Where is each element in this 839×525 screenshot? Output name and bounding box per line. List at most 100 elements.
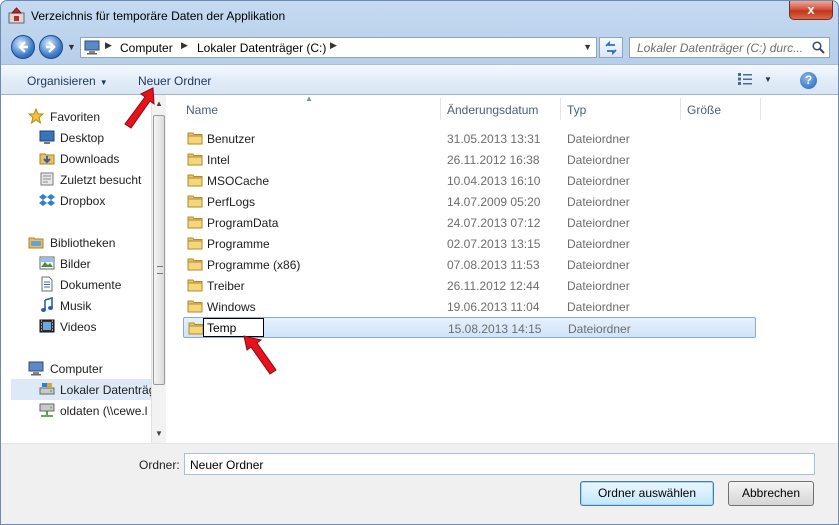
arrow-right-icon bbox=[46, 41, 56, 53]
table-row[interactable]: Programme 02.07.2013 13:15 Dateiordner bbox=[183, 233, 756, 254]
column-divider[interactable] bbox=[760, 98, 761, 120]
refresh-button[interactable] bbox=[599, 37, 623, 58]
file-type: Dateiordner bbox=[567, 153, 630, 167]
nav-computer[interactable]: Computer bbox=[11, 358, 151, 379]
navigation-pane: Favoriten Desktop Downloads Zuletzt besu… bbox=[11, 95, 166, 443]
videos-icon bbox=[39, 319, 55, 333]
address-bar[interactable]: ▶ Computer ▶ Lokaler Datenträger (C:) ▶ … bbox=[80, 37, 597, 58]
nav-documents-label: Dokumente bbox=[60, 278, 122, 292]
nav-item-recent[interactable]: Zuletzt besucht bbox=[11, 169, 151, 190]
chevron-down-icon[interactable]: ▼ bbox=[583, 42, 592, 52]
scroll-thumb[interactable] bbox=[153, 115, 165, 385]
nav-scrollbar[interactable]: ▲ ▼ bbox=[151, 95, 166, 443]
nav-downloads-label: Downloads bbox=[60, 152, 120, 166]
nav-recent-label: Zuletzt besucht bbox=[60, 173, 142, 187]
column-divider[interactable] bbox=[440, 98, 441, 120]
folder-label: Ordner: bbox=[139, 458, 180, 472]
search-icon[interactable] bbox=[812, 41, 825, 54]
column-divider[interactable] bbox=[680, 98, 681, 120]
folder-icon bbox=[187, 153, 203, 166]
forward-button[interactable] bbox=[39, 35, 63, 59]
organize-label: Organisieren bbox=[27, 74, 96, 88]
folder-icon bbox=[187, 132, 203, 145]
nav-item-network-drive[interactable]: oldaten (\\cewe.l bbox=[11, 400, 151, 421]
file-date: 31.05.2013 13:31 bbox=[447, 132, 541, 146]
folder-icon bbox=[187, 216, 203, 229]
file-type: Dateiordner bbox=[567, 195, 630, 209]
nav-item-music[interactable]: Musik bbox=[11, 295, 151, 316]
file-name: Programme (x86) bbox=[207, 258, 301, 272]
view-options-icon[interactable] bbox=[738, 73, 752, 85]
scroll-down-icon[interactable]: ▼ bbox=[155, 429, 163, 438]
table-row[interactable]: Intel 26.11.2012 16:38 Dateiordner bbox=[183, 149, 756, 170]
nav-item-local-drive[interactable]: Lokaler Datenträger bbox=[11, 379, 151, 400]
chevron-right-icon[interactable]: ▶ bbox=[181, 40, 188, 51]
nav-favorites-label: Favoriten bbox=[50, 110, 101, 124]
file-name: Benutzer bbox=[207, 132, 256, 146]
file-name: MSOCache bbox=[207, 174, 270, 188]
file-type: Dateiordner bbox=[567, 216, 630, 230]
nav-dropbox-label: Dropbox bbox=[60, 194, 106, 208]
file-date: 15.08.2013 14:15 bbox=[448, 322, 542, 336]
file-date: 07.08.2013 11:53 bbox=[447, 258, 540, 272]
app-icon bbox=[8, 7, 25, 24]
file-type: Dateiordner bbox=[567, 279, 630, 293]
search-placeholder: Lokaler Datenträger (C:) durc... bbox=[637, 41, 804, 55]
breadcrumb-local-drive[interactable]: Lokaler Datenträger (C:) bbox=[197, 41, 326, 55]
back-button[interactable] bbox=[11, 35, 35, 59]
title-bar: Verzeichnis für temporäre Daten der Appl… bbox=[1, 1, 838, 31]
view-dropdown-icon[interactable]: ▼ bbox=[764, 75, 772, 84]
desktop-icon bbox=[39, 130, 55, 144]
history-dropdown-icon[interactable]: ▼ bbox=[67, 42, 76, 52]
close-button[interactable]: x bbox=[789, 1, 833, 20]
folder-icon bbox=[187, 300, 203, 313]
table-row[interactable]: Treiber 26.11.2012 12:44 Dateiordner bbox=[183, 275, 756, 296]
table-row[interactable]: Programme (x86) 07.08.2013 11:53 Dateiordn… bbox=[183, 254, 756, 275]
select-folder-button[interactable]: Ordner auswählen bbox=[580, 481, 714, 506]
file-date: 14.07.2009 05:20 bbox=[447, 195, 541, 209]
file-date: 26.11.2012 16:38 bbox=[447, 153, 540, 167]
folder-icon bbox=[187, 258, 203, 271]
breadcrumb-computer[interactable]: Computer bbox=[120, 41, 173, 55]
folder-name-input[interactable]: Neuer Ordner bbox=[184, 453, 815, 475]
column-header-name[interactable]: Name bbox=[186, 103, 218, 117]
nav-item-videos[interactable]: Videos bbox=[11, 316, 151, 337]
sort-ascending-icon: ▲ bbox=[305, 94, 313, 103]
nav-item-pictures[interactable]: Bilder bbox=[11, 253, 151, 274]
help-button[interactable]: ? bbox=[800, 72, 817, 89]
table-row[interactable]: Windows 19.06.2013 11:04 Dateiordner bbox=[183, 296, 756, 317]
rename-value: Temp bbox=[207, 321, 237, 335]
dialog-footer: Ordner: Neuer Ordner Ordner auswählen Ab… bbox=[1, 443, 838, 524]
column-header-date[interactable]: Änderungsdatum bbox=[447, 103, 538, 117]
file-date: 19.06.2013 11:04 bbox=[447, 300, 540, 314]
table-row[interactable]: Benutzer 31.05.2013 13:31 Dateiordner bbox=[183, 128, 756, 149]
content-area: Favoriten Desktop Downloads Zuletzt besu… bbox=[1, 94, 838, 443]
nav-item-downloads[interactable]: Downloads bbox=[11, 148, 151, 169]
nav-computer-label: Computer bbox=[50, 362, 103, 376]
arrow-left-icon bbox=[18, 41, 28, 53]
organize-menu[interactable]: Organisieren ▼ bbox=[27, 74, 108, 88]
nav-libraries[interactable]: Bibliotheken bbox=[11, 232, 151, 253]
table-row[interactable]: PerfLogs 14.07.2009 05:20 Dateiordner bbox=[183, 191, 756, 212]
file-name: ProgramData bbox=[207, 216, 279, 230]
cancel-button[interactable]: Abbrechen bbox=[728, 481, 814, 506]
chevron-right-icon[interactable]: ▶ bbox=[105, 40, 112, 51]
chevron-right-icon[interactable]: ▶ bbox=[330, 40, 337, 51]
nav-item-dropbox[interactable]: Dropbox bbox=[11, 190, 151, 211]
column-divider[interactable] bbox=[560, 98, 561, 120]
table-row[interactable]: ProgramData 24.07.2013 07:12 Dateiordner bbox=[183, 212, 756, 233]
file-list: Name ▲ Änderungsdatum Typ Größe Benutzer… bbox=[177, 94, 838, 443]
annotation-arrow-icon bbox=[124, 87, 155, 129]
nav-item-documents[interactable]: Dokumente bbox=[11, 274, 151, 295]
column-header-size[interactable]: Größe bbox=[687, 103, 721, 117]
nav-network-drive-label: oldaten (\\cewe.l bbox=[60, 404, 148, 418]
file-date: 02.07.2013 13:15 bbox=[447, 237, 541, 251]
column-header-type[interactable]: Typ bbox=[567, 103, 586, 117]
search-input[interactable]: Lokaler Datenträger (C:) durc... bbox=[629, 37, 830, 58]
file-date: 26.11.2012 12:44 bbox=[447, 279, 540, 293]
file-type: Dateiordner bbox=[567, 132, 630, 146]
refresh-icon bbox=[605, 40, 617, 56]
pictures-icon bbox=[39, 256, 55, 270]
nav-pictures-label: Bilder bbox=[60, 257, 91, 271]
table-row[interactable]: MSOCache 10.04.2013 16:10 Dateiordner bbox=[183, 170, 756, 191]
